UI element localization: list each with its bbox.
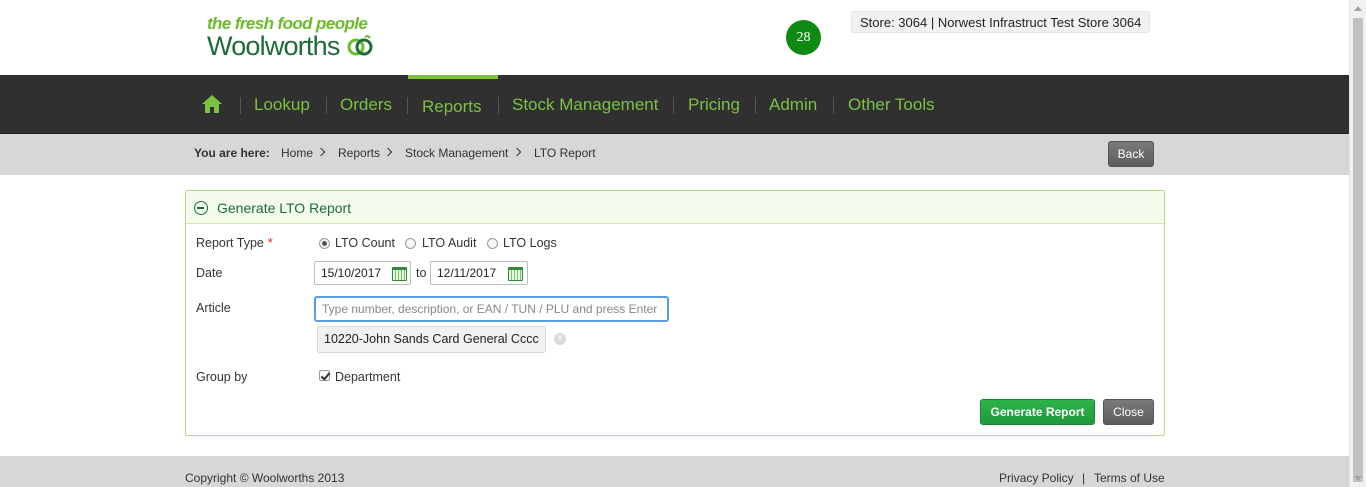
group-by-label: Group by xyxy=(196,370,248,384)
nav-divider xyxy=(240,97,241,114)
report-type-label: Report Type * xyxy=(196,236,273,250)
scroll-up-icon[interactable] xyxy=(1354,6,1362,11)
store-selector[interactable]: Store: 3064 | Norwest Infrastruct Test S… xyxy=(851,11,1151,33)
radio-lto-logs[interactable] xyxy=(487,238,498,249)
remove-chip-icon[interactable]: × xyxy=(554,333,566,345)
nav-item-admin[interactable]: Admin xyxy=(769,75,817,134)
breadcrumb-home[interactable]: Home xyxy=(281,146,313,160)
breadcrumb-label: You are here: xyxy=(194,146,270,160)
notification-badge[interactable]: 28 xyxy=(786,20,821,55)
radio-lto-count[interactable] xyxy=(319,238,330,249)
nav-item-lookup[interactable]: Lookup xyxy=(254,75,310,134)
breadcrumb-stock-management[interactable]: Stock Management xyxy=(405,146,508,160)
panel-header[interactable]: Generate LTO Report xyxy=(186,191,1164,224)
footer-separator: | xyxy=(1082,471,1086,485)
department-checkbox[interactable] xyxy=(319,370,330,381)
calendar-icon[interactable] xyxy=(392,267,407,281)
date-to-label: to xyxy=(416,266,427,280)
back-button[interactable]: Back xyxy=(1108,141,1154,167)
nav-divider xyxy=(833,97,834,114)
collapse-icon[interactable] xyxy=(194,201,208,215)
nav-item-pricing[interactable]: Pricing xyxy=(688,75,740,134)
nav-item-orders[interactable]: Orders xyxy=(340,75,392,134)
nav-item-stock-management[interactable]: Stock Management xyxy=(512,75,658,134)
lto-report-panel: Generate LTO Report Report Type * LTO Cou… xyxy=(185,190,1165,436)
privacy-policy-link[interactable]: Privacy Policy xyxy=(999,471,1074,485)
nav-divider xyxy=(326,97,327,114)
breadcrumb-lto-report: LTO Report xyxy=(534,146,596,160)
chevron-right-icon xyxy=(316,147,326,157)
article-label: Article xyxy=(196,301,231,315)
department-label[interactable]: Department xyxy=(335,370,400,384)
radio-label-lto-logs[interactable]: LTO Logs xyxy=(503,236,557,250)
radio-label-lto-audit[interactable]: LTO Audit xyxy=(422,236,476,250)
scrollbar-thumb[interactable] xyxy=(1353,18,1363,482)
article-search-input[interactable]: Type number, description, or EAN / TUN /… xyxy=(314,296,669,322)
radio-label-lto-count[interactable]: LTO Count xyxy=(335,236,395,250)
woolworths-logo[interactable]: the fresh food people Woolworths xyxy=(207,14,387,62)
date-label: Date xyxy=(196,266,223,280)
required-mark: * xyxy=(267,236,273,250)
panel-title: Generate LTO Report xyxy=(217,200,352,216)
nav-item-reports[interactable]: Reports xyxy=(408,75,498,134)
footer: Copyright © Woolworths 2013 Privacy Poli… xyxy=(0,456,1349,487)
main-nav: Lookup Orders Reports Stock Management P… xyxy=(0,75,1349,134)
vertical-scrollbar[interactable] xyxy=(1349,0,1366,487)
home-icon[interactable] xyxy=(200,93,224,115)
nav-item-other-tools[interactable]: Other Tools xyxy=(848,75,935,134)
chevron-right-icon xyxy=(383,147,393,157)
radio-lto-audit[interactable] xyxy=(405,238,416,249)
terms-of-use-link[interactable]: Terms of Use xyxy=(1094,471,1165,485)
breadcrumb-reports[interactable]: Reports xyxy=(338,146,380,160)
logo-brand: Woolworths xyxy=(207,31,340,61)
article-chip: 10220-John Sands Card General Cccc xyxy=(317,326,546,353)
header: the fresh food people Woolworths 28 Stor… xyxy=(0,0,1349,75)
woolworths-mark-icon xyxy=(347,35,373,56)
scroll-down-icon[interactable] xyxy=(1354,476,1362,481)
chevron-right-icon xyxy=(512,147,522,157)
nav-divider xyxy=(498,97,499,114)
copyright-text: Copyright © Woolworths 2013 xyxy=(185,471,345,485)
generate-report-button[interactable]: Generate Report xyxy=(980,399,1095,425)
nav-divider xyxy=(673,97,674,114)
nav-divider xyxy=(755,97,756,114)
close-button[interactable]: Close xyxy=(1103,399,1154,425)
calendar-icon[interactable] xyxy=(508,267,523,281)
